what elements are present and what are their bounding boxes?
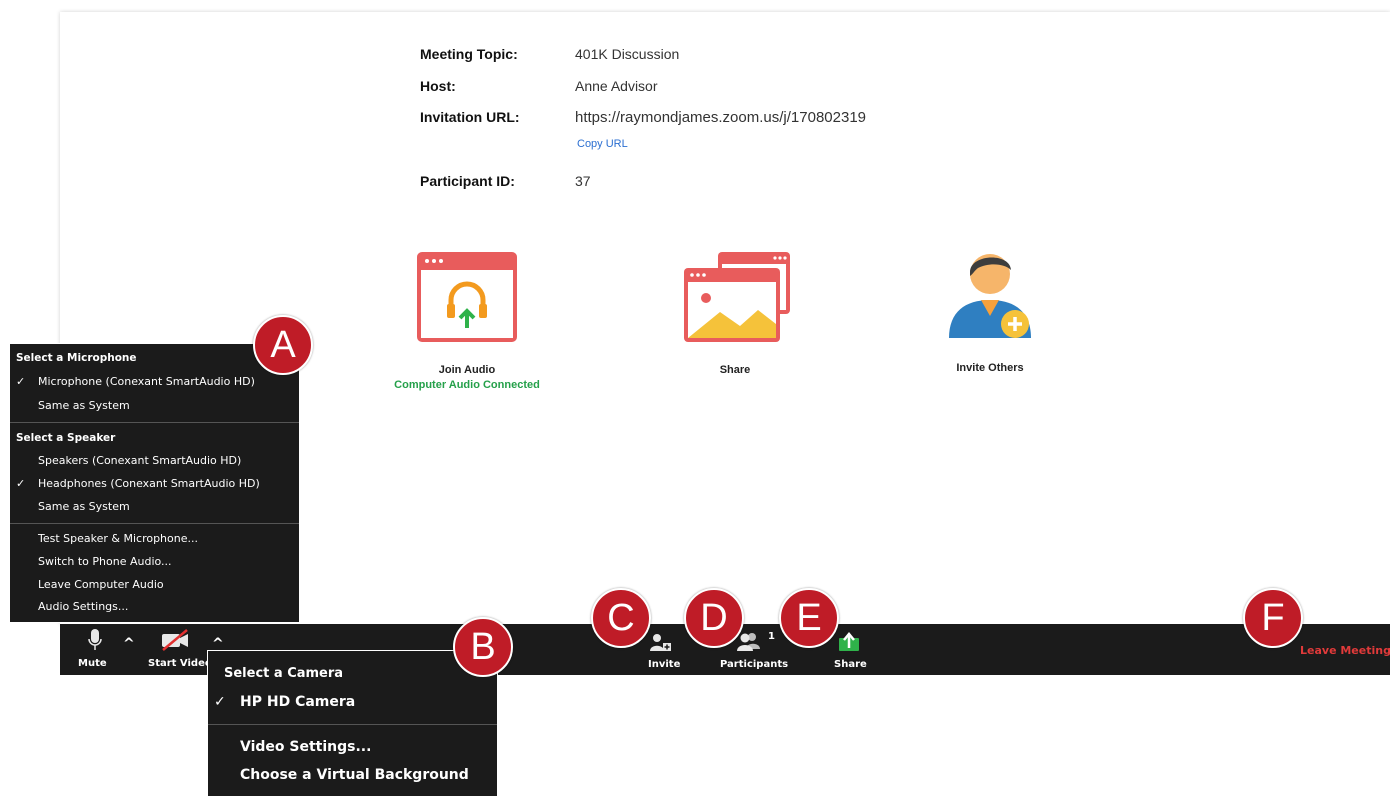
audio-connected-status: Computer Audio Connected bbox=[394, 379, 540, 391]
invite-others-action[interactable]: Invite Others bbox=[915, 246, 1065, 374]
join-audio-label: Join Audio bbox=[438, 364, 496, 376]
switch-to-phone-audio-item[interactable]: Switch to Phone Audio... bbox=[38, 555, 172, 568]
divider bbox=[10, 422, 299, 423]
video-settings-item[interactable]: Video Settings... bbox=[240, 739, 371, 755]
camera-menu: Select a Camera ✓ HP HD Camera Video Set… bbox=[207, 650, 498, 796]
audio-menu: Select a Microphone ✓ Microphone (Conexa… bbox=[9, 343, 300, 623]
meeting-topic-label: Meeting Topic: bbox=[420, 46, 518, 62]
start-video-label: Start Video bbox=[148, 658, 212, 669]
headphones-conexant-item[interactable]: Headphones (Conexant SmartAudio HD) bbox=[38, 477, 260, 490]
leave-meeting-button[interactable]: Leave Meeting bbox=[1300, 644, 1390, 657]
divider bbox=[10, 523, 299, 524]
check-icon: ✓ bbox=[214, 694, 226, 710]
audio-settings-item[interactable]: Audio Settings... bbox=[38, 600, 128, 613]
share-action[interactable]: Share bbox=[660, 252, 810, 376]
join-audio-action[interactable]: Join Audio Computer Audio Connected bbox=[392, 252, 542, 391]
participant-id-label: Participant ID: bbox=[420, 173, 515, 189]
audio-options-caret-icon[interactable]: ^ bbox=[123, 636, 135, 652]
test-speaker-microphone-item[interactable]: Test Speaker & Microphone... bbox=[38, 532, 198, 545]
hp-hd-camera-item[interactable]: HP HD Camera bbox=[240, 694, 355, 710]
participants-label: Participants bbox=[720, 659, 789, 670]
share-screen-icon bbox=[839, 632, 859, 651]
participants-icon bbox=[737, 633, 760, 651]
callout-c: C bbox=[591, 588, 651, 648]
invitation-url-label: Invitation URL: bbox=[420, 109, 520, 125]
choose-virtual-background-item[interactable]: Choose a Virtual Background bbox=[240, 767, 469, 783]
copy-url-link[interactable]: Copy URL bbox=[577, 138, 628, 150]
select-microphone-header: Select a Microphone bbox=[16, 352, 137, 364]
callout-f: F bbox=[1243, 588, 1303, 648]
share-label: Share bbox=[719, 364, 751, 376]
mic-same-as-system-item[interactable]: Same as System bbox=[38, 399, 130, 412]
check-icon: ✓ bbox=[16, 477, 26, 490]
join-audio-icon bbox=[417, 252, 517, 342]
add-person-icon bbox=[650, 634, 671, 651]
speakers-conexant-item[interactable]: Speakers (Conexant SmartAudio HD) bbox=[38, 454, 241, 467]
participant-id-value: 37 bbox=[575, 173, 591, 189]
video-off-icon bbox=[162, 629, 188, 651]
invite-label: Invite bbox=[648, 659, 681, 670]
leave-computer-audio-item[interactable]: Leave Computer Audio bbox=[38, 578, 164, 591]
mute-label: Mute bbox=[78, 658, 107, 669]
invite-person-icon bbox=[949, 254, 1031, 338]
invite-others-label: Invite Others bbox=[956, 362, 1024, 374]
host-label: Host: bbox=[420, 78, 456, 94]
share-screen-icon bbox=[684, 252, 790, 342]
participants-count: 1 bbox=[768, 631, 775, 642]
divider bbox=[208, 724, 497, 725]
check-icon: ✓ bbox=[16, 375, 26, 388]
select-camera-header: Select a Camera bbox=[224, 666, 344, 681]
microphone-conexant-item[interactable]: Microphone (Conexant SmartAudio HD) bbox=[38, 375, 255, 388]
callout-b: B bbox=[453, 617, 513, 677]
start-video-button[interactable]: Start Video bbox=[146, 624, 212, 675]
callout-e: E bbox=[779, 588, 839, 648]
invitation-url-value: https://raymondjames.zoom.us/j/170802319 bbox=[575, 109, 866, 126]
microphone-icon bbox=[88, 629, 102, 650]
host-value: Anne Advisor bbox=[575, 78, 658, 94]
mute-button[interactable]: Mute bbox=[78, 624, 112, 675]
meeting-topic-value: 401K Discussion bbox=[575, 46, 680, 62]
select-speaker-header: Select a Speaker bbox=[16, 432, 116, 444]
speaker-same-as-system-item[interactable]: Same as System bbox=[38, 500, 130, 513]
callout-a: A bbox=[253, 315, 313, 375]
callout-d: D bbox=[684, 588, 744, 648]
share-toolbar-label: Share bbox=[834, 659, 867, 670]
